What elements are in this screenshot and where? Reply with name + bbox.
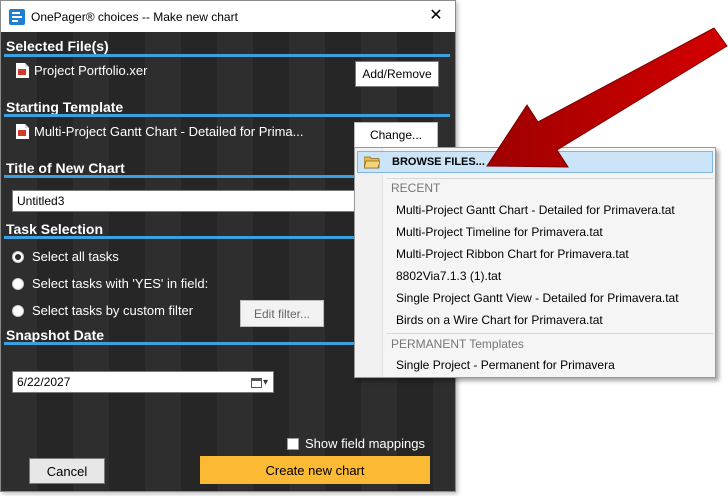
selected-file-name: Project Portfolio.xer	[34, 63, 148, 78]
template-row: Multi-Project Gantt Chart - Detailed for…	[16, 124, 303, 139]
starting-template-header: Starting Template	[6, 99, 124, 115]
selected-files-header: Selected File(s)	[6, 38, 109, 54]
folder-open-icon	[364, 156, 380, 169]
radio-button[interactable]	[12, 277, 24, 290]
edit-filter-button[interactable]: Edit filter...	[240, 300, 324, 327]
radio-select-all-tasks[interactable]: Select all tasks	[12, 249, 119, 264]
screenshot-stage: OnePager® choices -- Make new chart ✕ Se…	[0, 0, 728, 496]
section-divider	[4, 342, 354, 345]
task-selection-header: Task Selection	[6, 221, 104, 237]
create-new-chart-button[interactable]: Create new chart	[200, 456, 430, 484]
menu-separator	[387, 333, 713, 334]
menu-item-recent-template[interactable]: Multi-Project Gantt Chart - Detailed for…	[396, 203, 675, 217]
file-document-icon	[16, 63, 29, 78]
section-divider	[4, 175, 354, 178]
cancel-button[interactable]: Cancel	[29, 458, 105, 484]
snapshot-date-header: Snapshot Date	[6, 327, 105, 343]
radio-label: Select tasks with 'YES' in field:	[32, 276, 209, 291]
chart-title-input[interactable]: Untitled3	[12, 190, 362, 212]
title-bar[interactable]: OnePager® choices -- Make new chart ✕	[1, 1, 455, 32]
radio-button-selected[interactable]	[12, 250, 24, 263]
section-divider	[4, 236, 354, 239]
window-title: OnePager® choices -- Make new chart	[31, 9, 238, 24]
menu-item-recent-template[interactable]: Single Project Gantt View - Detailed for…	[396, 291, 679, 305]
menu-item-recent-template[interactable]: 8802Via7.1.3 (1).tat	[396, 269, 501, 283]
title-of-new-chart-header: Title of New Chart	[6, 160, 125, 176]
section-divider	[4, 54, 450, 57]
radio-select-custom-filter[interactable]: Select tasks by custom filter	[12, 303, 193, 318]
template-name: Multi-Project Gantt Chart - Detailed for…	[34, 124, 304, 139]
selected-file-row: Project Portfolio.xer	[16, 63, 147, 78]
menu-separator	[387, 178, 713, 179]
show-field-mappings-row[interactable]: Show field mappings	[287, 436, 425, 451]
close-button[interactable]: ✕	[423, 5, 449, 27]
calendar-dropdown-icon[interactable]: ▾	[251, 375, 269, 389]
menu-icon-gutter	[355, 148, 383, 377]
onepager-app-icon	[9, 8, 25, 25]
menu-group-permanent: PERMANENT Templates	[391, 337, 524, 351]
radio-label: Select all tasks	[32, 249, 119, 264]
menu-item-browse-files[interactable]: BROWSE FILES...	[357, 151, 713, 173]
browse-files-label: BROWSE FILES...	[392, 156, 485, 168]
file-document-icon	[16, 124, 29, 139]
menu-item-permanent-template[interactable]: Single Project - Permanent for Primavera	[396, 358, 615, 372]
change-template-button[interactable]: Change...	[354, 122, 438, 148]
show-field-mappings-checkbox[interactable]	[287, 437, 299, 450]
menu-item-recent-template[interactable]: Multi-Project Timeline for Primavera.tat	[396, 225, 603, 239]
change-template-menu: BROWSE FILES... RECENT Multi-Project Gan…	[354, 147, 716, 378]
radio-button[interactable]	[12, 304, 24, 317]
radio-select-yes-field[interactable]: Select tasks with 'YES' in field:	[12, 276, 208, 291]
add-remove-button[interactable]: Add/Remove	[355, 61, 439, 87]
menu-item-recent-template[interactable]: Multi-Project Ribbon Chart for Primavera…	[396, 247, 629, 261]
calendar-icon	[251, 377, 262, 388]
section-divider	[4, 114, 450, 117]
snapshot-date-picker[interactable]: 6/22/2027 ▾	[12, 371, 274, 393]
menu-item-recent-template[interactable]: Birds on a Wire Chart for Primavera.tat	[396, 313, 603, 327]
radio-label: Select tasks by custom filter	[32, 303, 194, 318]
snapshot-date-value: 6/22/2027	[17, 375, 71, 389]
menu-group-recent: RECENT	[391, 181, 441, 195]
show-field-mappings-label: Show field mappings	[305, 436, 425, 451]
